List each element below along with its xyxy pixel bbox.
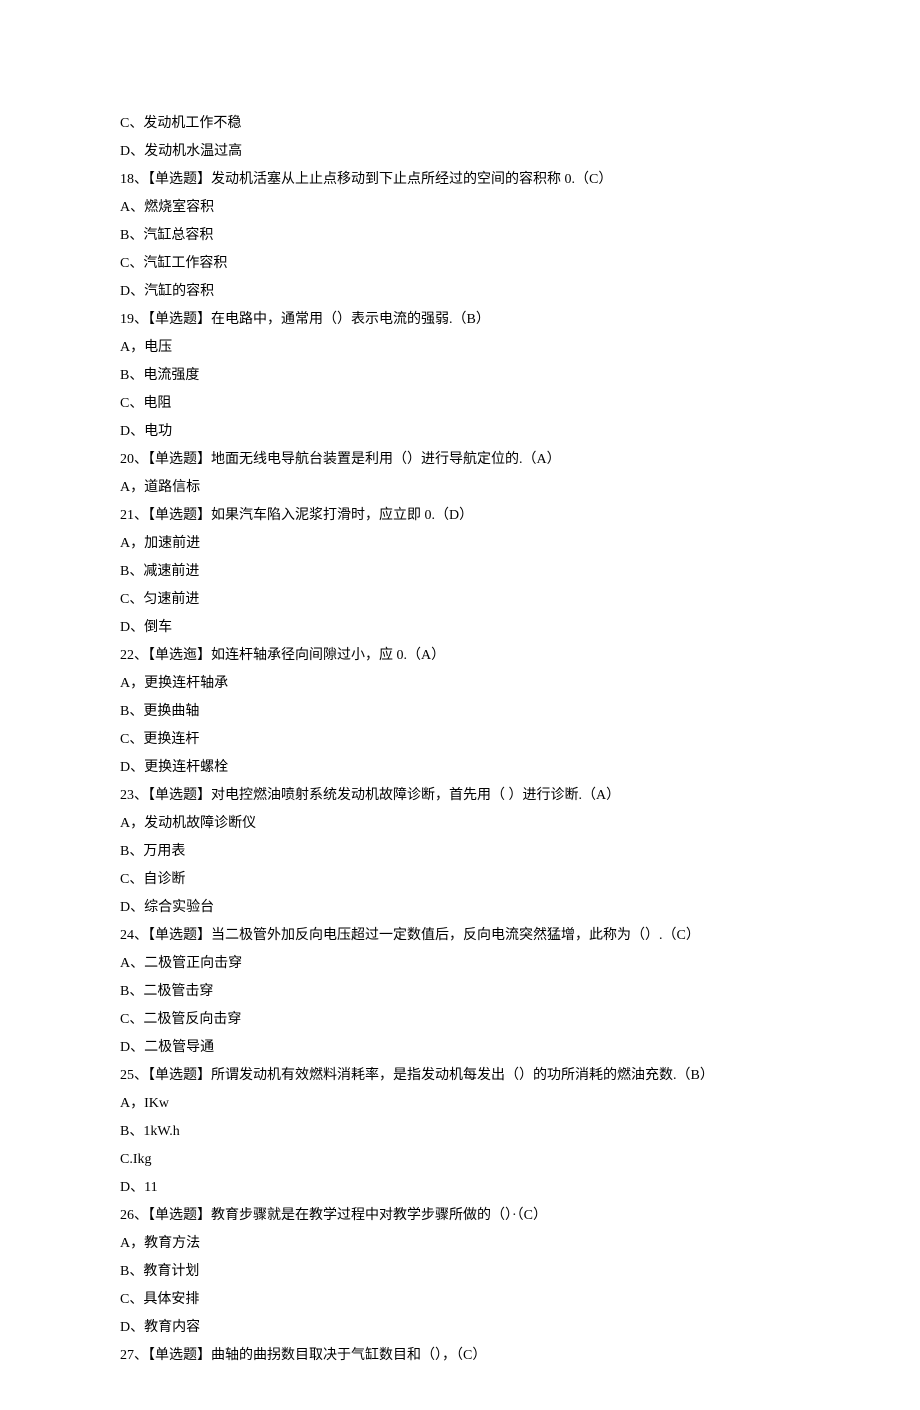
text-line: A，道路信标 (120, 474, 800, 502)
text-line: D、发动机水温过高 (120, 138, 800, 166)
text-line: B、1kW.h (120, 1118, 800, 1146)
text-line: 25、【单选题】所谓发动机有效燃料消耗率，是指发动机每发出（）的功所消耗的燃油充… (120, 1062, 800, 1090)
text-line: B、减速前进 (120, 558, 800, 586)
text-line: D、更换连杆螺栓 (120, 754, 800, 782)
text-line: A，更换连杆轴承 (120, 670, 800, 698)
text-line: D、教育内容 (120, 1314, 800, 1342)
text-line: D、倒车 (120, 614, 800, 642)
text-line: C、二极管反向击穿 (120, 1006, 800, 1034)
text-line: D、综合实验台 (120, 894, 800, 922)
text-line: A，IKw (120, 1090, 800, 1118)
text-line: C、匀速前进 (120, 586, 800, 614)
text-line: B、万用表 (120, 838, 800, 866)
text-line: C.Ikg (120, 1146, 800, 1174)
text-line: B、汽缸总容积 (120, 222, 800, 250)
text-line: 20、【单选题】地面无线电导航台装置是利用（）进行导航定位的.（A） (120, 446, 800, 474)
text-line: D、汽缸的容积 (120, 278, 800, 306)
text-line: 18、【单选题】发动机活塞从上止点移动到下止点所经过的空间的容积称 0.（C） (120, 166, 800, 194)
document-body: C、发动机工作不稳D、发动机水温过高18、【单选题】发动机活塞从上止点移动到下止… (120, 110, 800, 1370)
text-line: C、具体安排 (120, 1286, 800, 1314)
text-line: 23、【单选题】对电控燃油喷射系统发动机故障诊断，首先用（ ）进行诊断.（A） (120, 782, 800, 810)
text-line: 19、【单选题】在电路中，通常用（）表示电流的强弱.（B） (120, 306, 800, 334)
text-line: B、更换曲轴 (120, 698, 800, 726)
text-line: A，教育方法 (120, 1230, 800, 1258)
text-line: C、自诊断 (120, 866, 800, 894)
text-line: A，加速前进 (120, 530, 800, 558)
text-line: A、二极管正向击穿 (120, 950, 800, 978)
text-line: B、教育计划 (120, 1258, 800, 1286)
text-line: 27、【单选题】曲轴的曲拐数目取决于气缸数目和（），（C） (120, 1342, 800, 1370)
text-line: D、11 (120, 1174, 800, 1202)
text-line: 26、【单选题】教育步骤就是在教学过程中对教学步骤所做的（）·（C） (120, 1202, 800, 1230)
text-line: B、二极管击穿 (120, 978, 800, 1006)
text-line: 22、【单选迤】如连杆轴承径向间隙过小，应 0.（A） (120, 642, 800, 670)
text-line: D、电功 (120, 418, 800, 446)
text-line: A，发动机故障诊断仪 (120, 810, 800, 838)
text-line: A，电压 (120, 334, 800, 362)
text-line: B、电流强度 (120, 362, 800, 390)
text-line: C、更换连杆 (120, 726, 800, 754)
text-line: 21、【单选题】如果汽车陷入泥浆打滑时，应立即 0.（D） (120, 502, 800, 530)
text-line: 24、【单选题】当二极管外加反向电压超过一定数值后，反向电流突然猛增，此称为（）… (120, 922, 800, 950)
text-line: C、发动机工作不稳 (120, 110, 800, 138)
text-line: D、二极管导通 (120, 1034, 800, 1062)
text-line: C、电阻 (120, 390, 800, 418)
text-line: A、燃烧室容积 (120, 194, 800, 222)
text-line: C、汽缸工作容积 (120, 250, 800, 278)
